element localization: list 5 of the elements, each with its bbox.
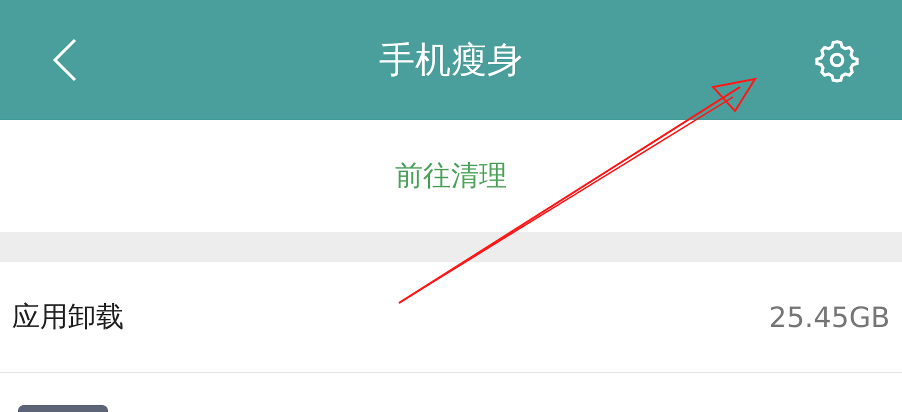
page-title: 手机瘦身 — [379, 38, 523, 82]
uninstall-row[interactable]: 应用卸载 25.45GB — [0, 262, 902, 373]
row-label: 应用卸载 — [12, 299, 124, 335]
storage-size: 25.45GB — [768, 300, 890, 334]
back-icon — [52, 38, 78, 82]
